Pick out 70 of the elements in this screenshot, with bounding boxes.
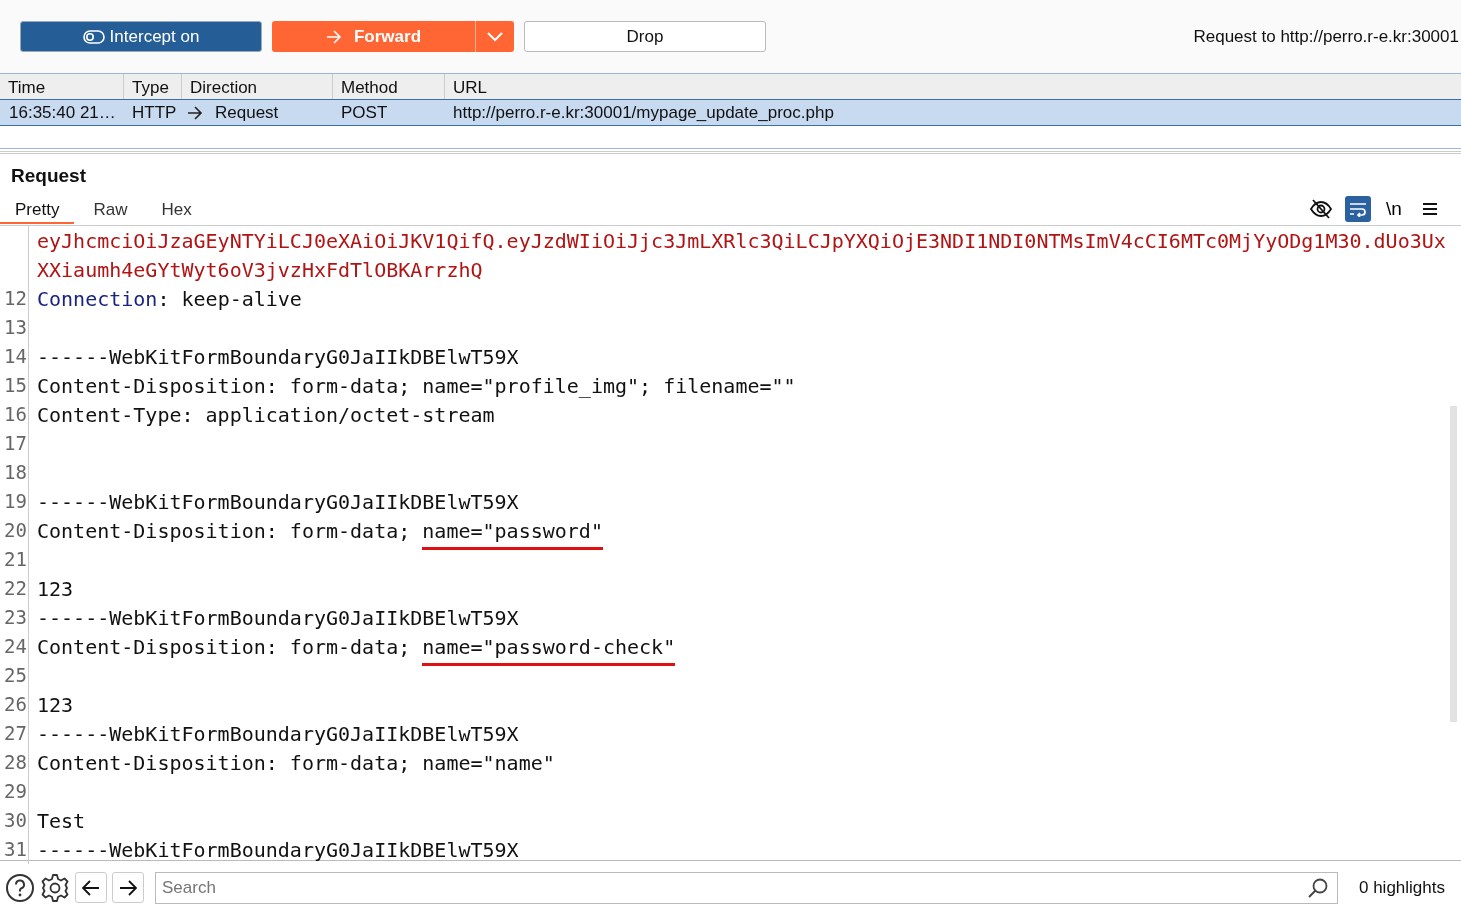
line-number: 17 [4,432,27,454]
chevron-down-icon [487,31,503,42]
arrow-right-icon [325,29,342,44]
line-number: 26 [4,693,27,715]
line-number: 30 [4,809,27,831]
header-name: Connection [37,286,158,311]
highlights-count: 0 highlights [1359,877,1445,898]
code-line: 123 [37,692,74,717]
code-line: XXiaumh4eGYtWyt6oV3jvzHxFdTlOBKArrzhQ [36,257,483,282]
code-line: Content-Disposition: form-data; name="profile_img"; filename="" [37,373,796,398]
table-cell-text: http://perro.r-e.kr:30001/mypage_update_proc.php [452,102,835,123]
table-cell: Request [215,102,279,123]
line-number: 28 [4,751,27,773]
code-line: ------WebKitFormBoundaryG0JaIIkDBElwT59X [37,489,519,514]
code-line: ------WebKitFormBoundaryG0JaIIkDBElwT59X [37,837,519,862]
settings-icon[interactable] [40,872,70,903]
code-line: Content-Disposition: form-data; [37,518,412,543]
code-line: ------WebKitFormBoundaryG0JaIIkDBElwT59X [37,344,519,369]
arrow-right-icon [119,879,137,896]
line-number: 22 [4,577,27,599]
table-cell-text: POST [340,102,389,123]
line-number: 29 [4,780,27,802]
arrow-left-icon [82,879,100,896]
line-number: 31 [4,838,27,860]
underlined-text: name="password" [422,518,603,550]
code-line: Content-Disposition: form-data; name="name" [37,750,555,775]
line-number: 27 [4,722,27,744]
line-number: 24 [4,635,27,657]
toggle-icon [82,29,105,44]
arrow-right-icon [187,105,203,120]
code-line: ------WebKitFormBoundaryG0JaIIkDBElwT59X [37,721,519,746]
code-line: Test [37,808,86,833]
code-line: Content-Type: application/octet-stream [37,402,495,427]
line-number: 20 [4,519,27,541]
code-line: ------WebKitFormBoundaryG0JaIIkDBElwT59X [37,605,519,630]
table-row[interactable]: 16:35:40 21… HTTP Request POST http://perro.r-e.kr:30001/mypage_update_proc.php [0,99,1461,126]
drop-button[interactable]: Drop [524,21,766,52]
line-number: 12 [4,287,27,309]
request-target: Request to http://perro.r-e.kr:30001 [1193,26,1460,47]
line-number: 18 [4,461,27,483]
line-number: 21 [4,548,27,570]
header-value: : keep-alive [157,286,302,311]
help-icon[interactable] [5,872,35,903]
table-cell-text: 16:35:40 21… [8,102,117,123]
code-line: eyJhcmciOiJzaGEyNTYiLCJ0eXAiOiJKV1QifQ.eyJzdWIiOiJjc3JmLXRlc3QiLCJpYXQiOjE3NDI1NDI0NTMsImV4cCI6MTc0MjYyODg1M30.dUo3Ux [36,228,1446,253]
line-number: 16 [4,403,27,425]
dropdown-button[interactable] [475,21,514,52]
scrollbar-thumb[interactable] [1450,406,1457,722]
search-icon [1307,876,1329,899]
wrap-icon[interactable] [1345,196,1371,222]
line-number: 15 [4,374,27,396]
line-number: 23 [4,606,27,628]
intercept-button[interactable]: Intercept on [20,21,262,52]
search-field[interactable]: Search [155,871,1338,904]
tab[interactable]: Hex [146,194,207,224]
newline-button[interactable]: \n [1381,196,1407,222]
code-line: Content-Disposition: form-data; [37,634,412,659]
line-number: 25 [4,664,27,686]
line-number: 14 [4,345,27,367]
line-number: 13 [4,316,27,338]
code-line: 123 [37,576,74,601]
tab[interactable]: Pretty [0,194,75,224]
column-header[interactable]: Time [0,74,123,99]
underlined-text: name="password-check" [422,634,676,666]
line-number: 19 [4,490,27,512]
tab[interactable]: Raw [78,194,143,224]
table-cell-text: HTTP [131,102,178,123]
panel-title: Request [10,164,87,188]
back-button[interactable] [75,872,107,903]
forward-nav-button[interactable] [112,872,144,903]
